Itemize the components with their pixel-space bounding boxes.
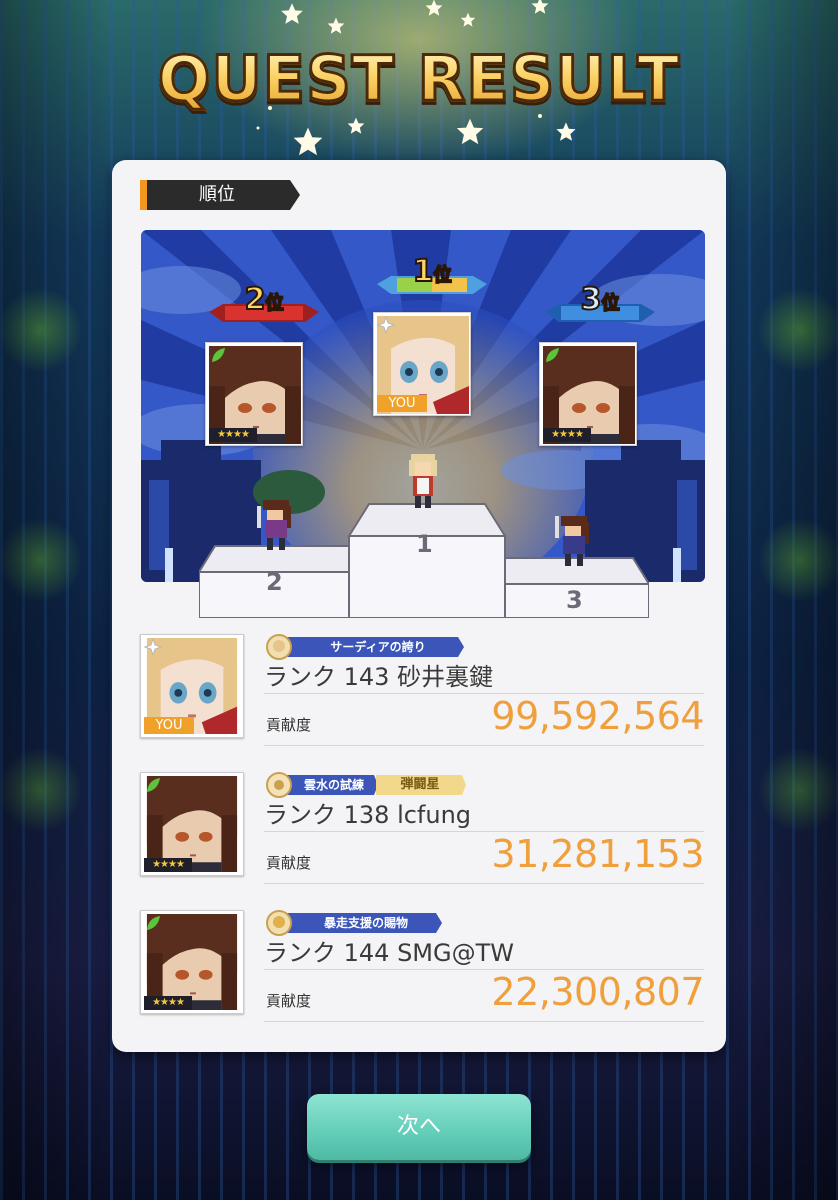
rank-banner-first: 1位 — [377, 253, 487, 300]
player-avatar[interactable]: YOU — [140, 634, 244, 738]
rank-banner-second: 2位 — [209, 281, 319, 328]
star-rating: ★★★★ — [144, 858, 192, 872]
result-panel: 順位 1 2 3 1位 2位 3位 YOU ★★★★ ★★★★ YOU サーディ… — [112, 160, 726, 1052]
page-title: QUEST RESULT — [0, 41, 838, 117]
title-badge: サーディアの誇り — [266, 634, 466, 660]
contribution-label: 貢献度 — [266, 992, 312, 1010]
rank-first-suffix: 位 — [432, 264, 452, 287]
sparkle-icon — [377, 316, 395, 334]
sparkle-icon — [144, 638, 162, 656]
result-row-1: YOU サーディアの誇り ランク 143 砂井裏鍵 貢献度 99,592,564 — [140, 630, 704, 746]
row-divider — [264, 883, 704, 884]
contribution-label: 貢献度 — [266, 716, 312, 734]
player-name: ランク 144 SMG@TW — [264, 936, 704, 970]
star-rating: ★★★★ — [144, 996, 192, 1010]
contribution-label: 貢献度 — [266, 854, 312, 872]
you-badge: YOU — [377, 395, 427, 412]
rank-third-number: 3 — [580, 281, 603, 318]
row-divider — [264, 745, 704, 746]
result-row-3: ★★★★ 暴走支援の賜物 ランク 144 SMG@TW 貢献度 22,300,8… — [140, 906, 704, 1022]
result-row-2: ★★★★ 雲水の試練 弾闘星 ランク 138 lcfung 貢献度 31,281… — [140, 768, 704, 884]
podium-number-1: 1 — [416, 530, 433, 558]
title-badge-label: 雲水の試練 — [303, 778, 364, 792]
rank-third-suffix: 位 — [600, 292, 620, 315]
character-sprite-second — [257, 500, 291, 550]
portrait-first[interactable]: YOU — [373, 312, 471, 416]
title-badge: 暴走支援の賜物 — [266, 910, 466, 936]
portrait-second[interactable]: ★★★★ — [205, 342, 303, 446]
leaf-icon — [546, 348, 559, 362]
podium-number-3: 3 — [566, 586, 583, 614]
leaf-icon — [212, 348, 225, 362]
title-badge: 雲水の試練 弾闘星 — [266, 772, 466, 798]
section-label: 順位 — [199, 184, 235, 205]
player-name: ランク 138 lcfung — [264, 798, 704, 832]
contribution-score: 31,281,153 — [491, 832, 704, 876]
podium-scene: 1 2 3 1位 2位 3位 YOU ★★★★ ★★★★ — [141, 230, 705, 618]
rank-second-suffix: 位 — [264, 292, 284, 315]
portrait-third[interactable]: ★★★★ — [539, 342, 637, 446]
character-sprite-third — [555, 516, 589, 566]
star-rating: ★★★★ — [209, 428, 257, 442]
you-badge: YOU — [144, 717, 194, 734]
player-avatar[interactable]: ★★★★ — [140, 910, 244, 1014]
podium-number-2: 2 — [266, 568, 283, 596]
player-avatar[interactable]: ★★★★ — [140, 772, 244, 876]
contribution-score: 22,300,807 — [491, 970, 704, 1014]
rank-second-number: 2 — [244, 281, 267, 318]
leaf-icon — [147, 916, 160, 930]
row-divider — [264, 1021, 704, 1022]
rank-banner-third: 3位 — [545, 281, 655, 328]
player-name: ランク 143 砂井裏鍵 — [264, 660, 704, 694]
rank-first-number: 1 — [412, 253, 435, 290]
section-header: 順位 — [140, 180, 300, 210]
title-badge-label: 暴走支援の賜物 — [323, 916, 408, 930]
title-badge-extra: 弾闘星 — [400, 777, 440, 792]
leaf-icon — [147, 778, 160, 792]
star-rating: ★★★★ — [543, 428, 591, 442]
title-badge-label: サーディアの誇り — [330, 640, 426, 654]
next-button[interactable]: 次へ — [307, 1094, 531, 1160]
character-sprite-first — [409, 454, 437, 508]
contribution-score: 99,592,564 — [491, 694, 704, 738]
